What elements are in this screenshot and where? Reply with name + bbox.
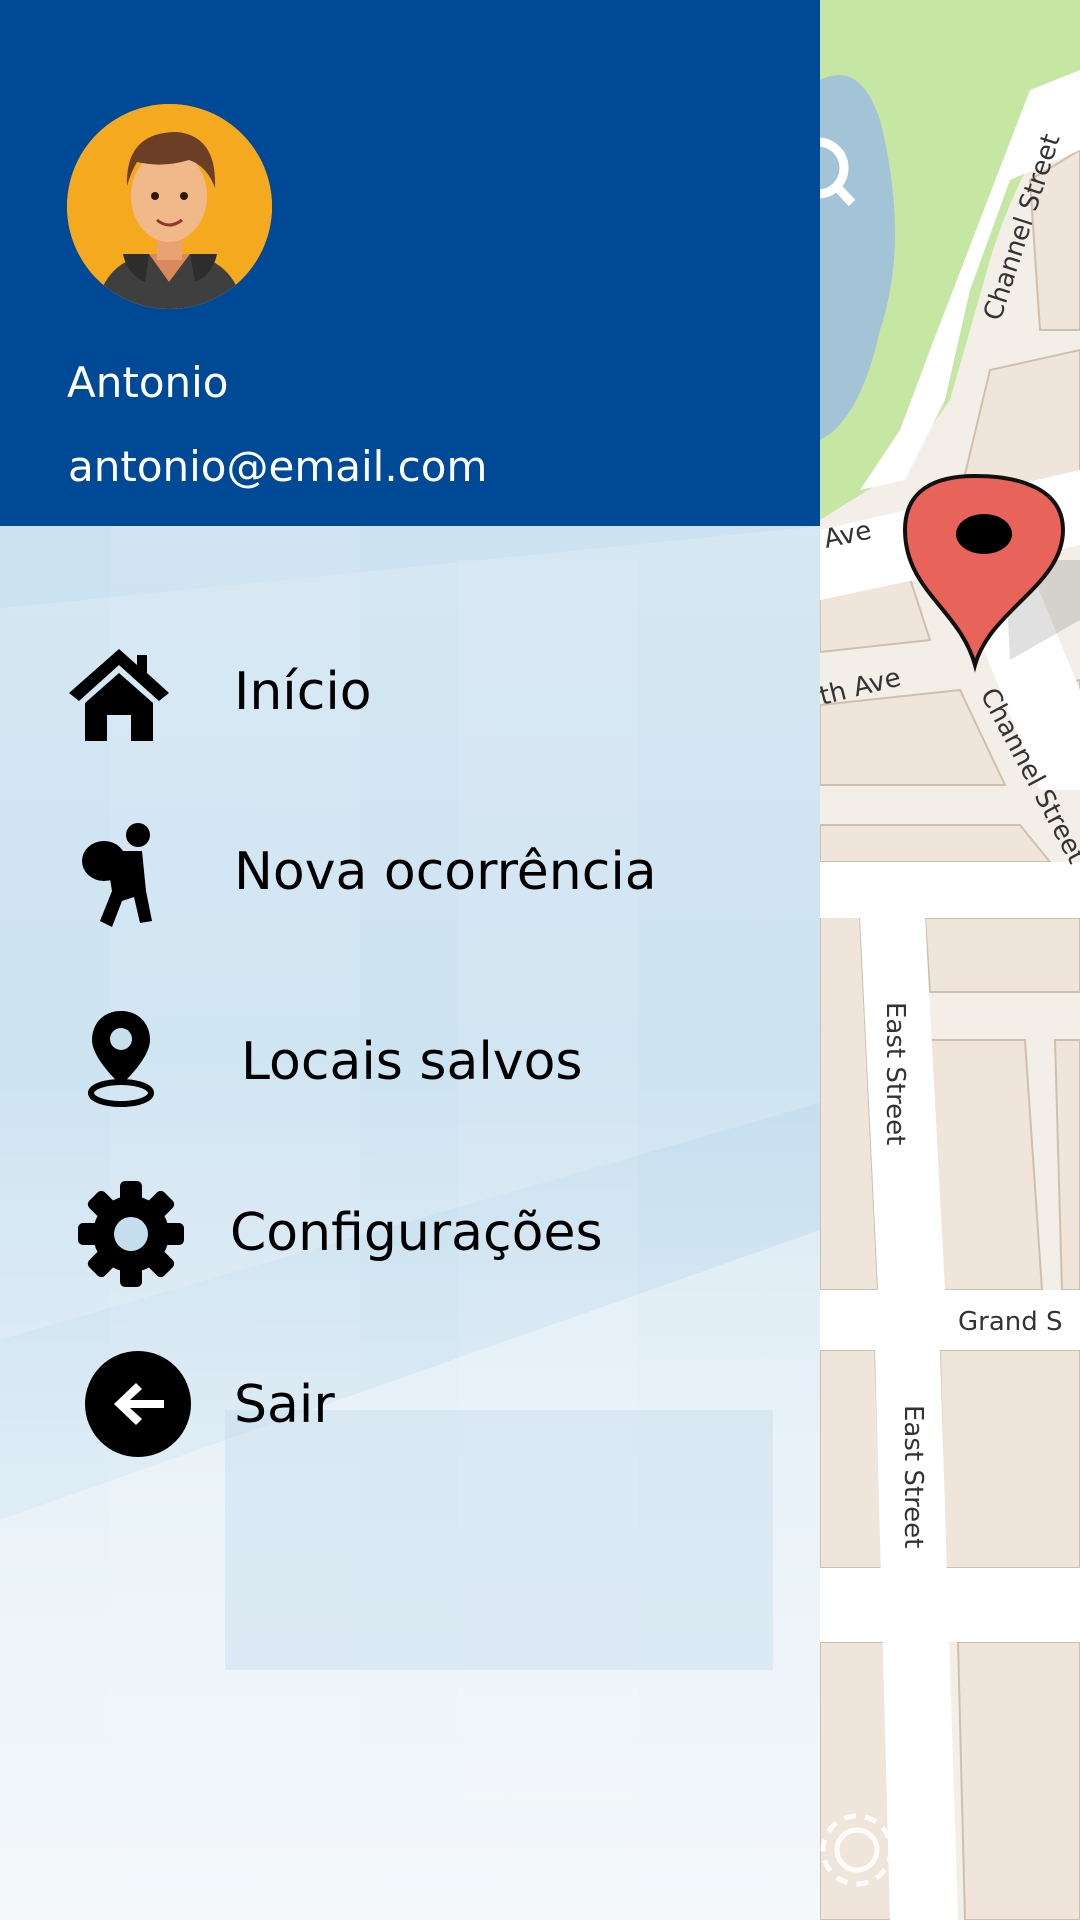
user-name: Antonio (67, 358, 229, 407)
thief-icon (82, 823, 152, 927)
menu-item-locais-salvos[interactable]: Locais salvos (0, 995, 820, 1135)
avatar[interactable] (67, 104, 272, 309)
menu-item-label: Configurações (230, 1203, 603, 1263)
location-pin-icon (88, 1011, 154, 1107)
menu-item-label: Início (234, 662, 372, 722)
menu-item-nova-ocorrencia[interactable]: Nova ocorrência (0, 805, 820, 945)
menu-item-sair[interactable]: Sair (0, 1335, 820, 1475)
street-label: Grand S (958, 1307, 1063, 1337)
drawer-header: Antonio antonio@email.com (0, 0, 820, 526)
street-label: East Street (880, 1002, 910, 1145)
menu-item-label: Sair (234, 1375, 335, 1435)
menu-item-label: Nova ocorrência (234, 842, 657, 902)
navigation-drawer: Antonio antonio@email.com Início Nova oc… (0, 0, 820, 1920)
logout-arrow-icon (85, 1351, 191, 1457)
menu-item-configuracoes[interactable]: Configurações (0, 1165, 820, 1305)
street-label: East Street (898, 1405, 928, 1548)
home-icon (69, 649, 169, 741)
menu-item-label: Locais salvos (241, 1032, 583, 1092)
avatar-illustration (67, 104, 272, 309)
user-email: antonio@email.com (68, 442, 488, 491)
gear-icon (78, 1181, 184, 1287)
menu-item-inicio[interactable]: Início (0, 625, 820, 765)
